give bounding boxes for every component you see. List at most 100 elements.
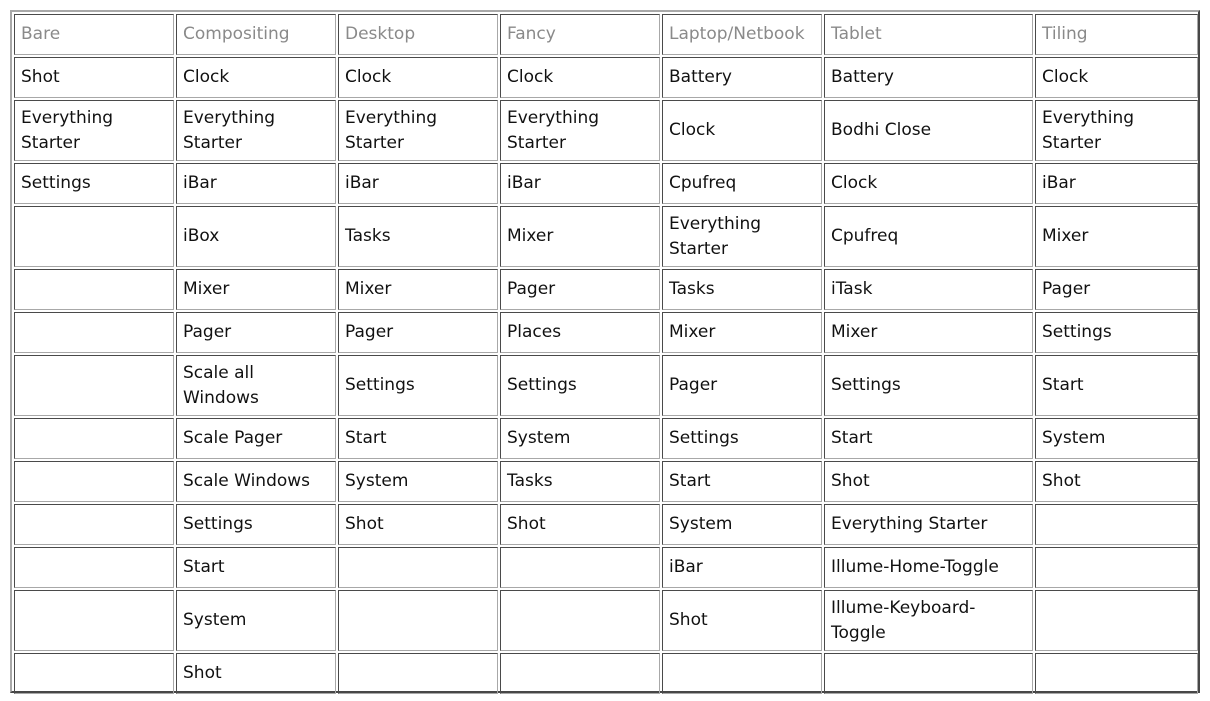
header-cell: Desktop [338, 14, 498, 55]
table-cell: Shot [176, 653, 336, 694]
table-cell: Everything Starter [500, 100, 660, 161]
table-cell: Clock [338, 57, 498, 98]
table-cell: System [662, 504, 822, 545]
table-cell [1035, 590, 1198, 651]
table-cell: Mixer [1035, 206, 1198, 267]
table-cell: Settings [500, 355, 660, 416]
table-cell [14, 590, 174, 651]
header-cell: Fancy [500, 14, 660, 55]
table-cell: Mixer [662, 312, 822, 353]
header-cell: Bare [14, 14, 174, 55]
table-cell: Tasks [338, 206, 498, 267]
table-cell: Scale Pager [176, 418, 336, 459]
table-cell: Pager [1035, 269, 1198, 310]
table-cell: Clock [662, 100, 822, 161]
table-cell: Start [662, 461, 822, 502]
table-cell [338, 590, 498, 651]
table-cell [14, 653, 174, 694]
table-cell: Start [176, 547, 336, 588]
table-cell: Cpufreq [662, 163, 822, 204]
table-cell: iTask [824, 269, 1033, 310]
table-cell [500, 590, 660, 651]
table-cell: Pager [338, 312, 498, 353]
table-cell: System [176, 590, 336, 651]
table-row: Scale Windows System Tasks Start Shot Sh… [14, 461, 1198, 502]
table-cell: Settings [176, 504, 336, 545]
table-cell: Battery [824, 57, 1033, 98]
table-cell: Illume-Home-Toggle [824, 547, 1033, 588]
table-cell [1035, 504, 1198, 545]
table-cell: Bodhi Close [824, 100, 1033, 161]
table-cell: Mixer [176, 269, 336, 310]
table-row: Shot Clock Clock Clock Battery Battery C… [14, 57, 1198, 98]
table-cell: Clock [176, 57, 336, 98]
table-row: System Shot Illume-Keyboard-Toggle [14, 590, 1198, 651]
table-cell: Tasks [662, 269, 822, 310]
table-cell [14, 206, 174, 267]
table-cell: Everything Starter [662, 206, 822, 267]
table-cell: iBar [176, 163, 336, 204]
table-row: Scale all Windows Settings Settings Page… [14, 355, 1198, 416]
table-cell: Start [338, 418, 498, 459]
header-cell: Tablet [824, 14, 1033, 55]
table-cell [500, 547, 660, 588]
table-cell [662, 653, 822, 694]
table-row: Everything Starter Everything Starter Ev… [14, 100, 1198, 161]
table-cell: Clock [824, 163, 1033, 204]
module-profiles-table-frame: Bare Compositing Desktop Fancy Laptop/Ne… [10, 10, 1200, 696]
table-cell: Everything Starter [824, 504, 1033, 545]
table-cell: Tasks [500, 461, 660, 502]
table-cell: iBar [1035, 163, 1198, 204]
table-cell: Shot [1035, 461, 1198, 502]
header-cell: Compositing [176, 14, 336, 55]
table-cell [338, 653, 498, 694]
table-row: Shot [14, 653, 1198, 694]
table-cell: Settings [1035, 312, 1198, 353]
table-row: Settings iBar iBar iBar Cpufreq Clock iB… [14, 163, 1198, 204]
table-cell: Start [824, 418, 1033, 459]
table-cell [14, 418, 174, 459]
table-cell: Scale Windows [176, 461, 336, 502]
table-cell: Clock [500, 57, 660, 98]
table-cell: Clock [1035, 57, 1198, 98]
table-row: Scale Pager Start System Settings Start … [14, 418, 1198, 459]
table-cell: iBar [662, 547, 822, 588]
table-cell: Settings [824, 355, 1033, 416]
table-cell: Cpufreq [824, 206, 1033, 267]
table-cell: Mixer [338, 269, 498, 310]
table-cell [14, 269, 174, 310]
table-cell: Battery [662, 57, 822, 98]
table-row: Start iBar Illume-Home-Toggle [14, 547, 1198, 588]
table-cell [338, 547, 498, 588]
table-cell: Shot [500, 504, 660, 545]
table-cell: System [500, 418, 660, 459]
table-cell: Settings [662, 418, 822, 459]
table-cell: iBar [338, 163, 498, 204]
table-cell: Everything Starter [338, 100, 498, 161]
table-cell: iBar [500, 163, 660, 204]
table-cell: Everything Starter [1035, 100, 1198, 161]
table-cell [14, 312, 174, 353]
table-cell [14, 504, 174, 545]
table-cell: Settings [338, 355, 498, 416]
table-cell: Places [500, 312, 660, 353]
table-cell: Shot [662, 590, 822, 651]
table-cell [500, 653, 660, 694]
table-cell: Everything Starter [176, 100, 336, 161]
table-cell: Pager [662, 355, 822, 416]
table-row: Settings Shot Shot System Everything Sta… [14, 504, 1198, 545]
table-cell: Shot [338, 504, 498, 545]
table-cell: Shot [824, 461, 1033, 502]
table-cell: Scale all Windows [176, 355, 336, 416]
table-header-row: Bare Compositing Desktop Fancy Laptop/Ne… [14, 14, 1198, 55]
table-cell: Everything Starter [14, 100, 174, 161]
table-cell [14, 461, 174, 502]
table-row: Mixer Mixer Pager Tasks iTask Pager [14, 269, 1198, 310]
header-cell: Tiling [1035, 14, 1198, 55]
module-profiles-table: Bare Compositing Desktop Fancy Laptop/Ne… [12, 12, 1200, 696]
table-cell [14, 355, 174, 416]
table-cell: Pager [500, 269, 660, 310]
table-cell: Mixer [824, 312, 1033, 353]
table-cell [824, 653, 1033, 694]
table-cell: System [1035, 418, 1198, 459]
